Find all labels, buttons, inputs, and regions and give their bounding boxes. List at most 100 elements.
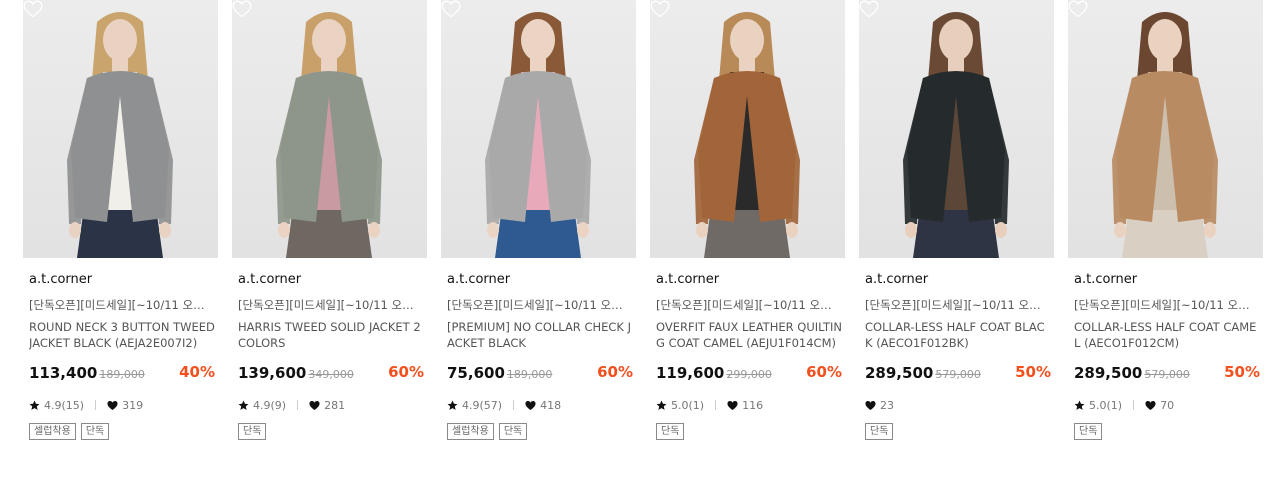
rating-text: 4.9(15) — [44, 398, 85, 412]
tag-badge: 셀럽착용 — [29, 423, 76, 440]
rating-likes-row: 4.9(57) 418 — [447, 396, 633, 414]
model-face — [312, 19, 346, 61]
product-image[interactable] — [1068, 0, 1263, 258]
price-row: 113,400 189,000 40% — [29, 363, 215, 385]
model-right-hand — [159, 222, 171, 238]
product-image[interactable] — [859, 0, 1054, 258]
like-heart-icon — [107, 400, 118, 410]
model-right-hand — [995, 222, 1007, 238]
product-name[interactable]: [PREMIUM] NO COLLAR CHECK JACKET BLACK — [447, 319, 633, 351]
like-heart-icon — [1145, 400, 1156, 410]
like-heart-icon — [525, 400, 536, 410]
model-right-hand — [577, 222, 589, 238]
star-icon — [656, 400, 667, 410]
original-price: 189,000 — [506, 368, 553, 381]
rating-text: 4.9(57) — [462, 398, 503, 412]
brand-name[interactable]: a.t.corner — [865, 270, 1051, 290]
brand-name[interactable]: a.t.corner — [1074, 270, 1260, 290]
discount-rate: 50% — [1015, 363, 1051, 381]
promo-subtitle: [단독오픈][미드세일][~10/11 오전 10... — [238, 298, 422, 312]
original-price: 579,000 — [1144, 368, 1190, 381]
tag-list: 셀럽착용 단독 — [29, 423, 215, 440]
wishlist-heart-icon[interactable] — [441, 0, 461, 18]
model-face — [103, 19, 137, 61]
tag-badge: 단독 — [1074, 423, 1103, 440]
discount-rate: 60% — [388, 363, 424, 381]
promo-subtitle: [단독오픈][미드세일][~10/11 오전 10... — [447, 298, 631, 312]
like-count: 116 — [742, 398, 764, 412]
discount-rate: 40% — [179, 363, 215, 381]
product-name[interactable]: ROUND NECK 3 BUTTON TWEED JACKET BLACK (… — [29, 319, 215, 351]
product-card[interactable]: a.t.corner [단독오픈][미드세일][~10/11 오전 10... … — [441, 0, 636, 482]
like-count: 281 — [324, 398, 346, 412]
rating-likes-row: 5.0(1) 116 — [656, 396, 842, 414]
price-row: 119,600 299,000 60% — [656, 363, 842, 385]
sale-price: 289,500 — [1074, 364, 1143, 382]
meta-divider — [95, 400, 97, 410]
model-left-hand — [905, 222, 917, 238]
discount-rate: 60% — [806, 363, 842, 381]
like-heart-icon — [309, 400, 320, 410]
tag-badge: 단독 — [656, 423, 685, 440]
product-name[interactable]: COLLAR-LESS HALF COAT CAMEL (AECO1F012CM… — [1074, 319, 1260, 351]
tag-list: 셀럽착용 단독 — [447, 423, 633, 440]
product-name[interactable]: HARRIS TWEED SOLID JACKET 2 COLORS — [238, 319, 424, 351]
product-card[interactable]: a.t.corner [단독오픈][미드세일][~10/11 오전 10... … — [650, 0, 845, 482]
product-image[interactable] — [441, 0, 636, 258]
promo-subtitle: [단독오픈][미드세일][~10/11 오전 10... — [656, 298, 840, 312]
rating-likes-row: 5.0(1) 70 — [1074, 396, 1260, 414]
model-right-hand — [1204, 222, 1216, 238]
star-icon — [1074, 400, 1085, 410]
like-count: 23 — [880, 398, 894, 412]
like-heart-icon — [727, 400, 738, 410]
wishlist-heart-icon[interactable] — [1068, 0, 1088, 18]
product-name[interactable]: OVERFIT FAUX LEATHER QUILTING COAT CAMEL… — [656, 319, 842, 351]
wishlist-heart-icon[interactable] — [859, 0, 879, 18]
rating-text: 5.0(1) — [671, 398, 705, 412]
wishlist-heart-icon[interactable] — [232, 0, 252, 18]
model-left-hand — [69, 222, 81, 238]
brand-name[interactable]: a.t.corner — [656, 270, 842, 290]
promo-subtitle: [단독오픈][미드세일][~10/11 오전 10... — [865, 298, 1049, 312]
like-heart-icon — [865, 400, 876, 410]
product-card[interactable]: a.t.corner [단독오픈][미드세일][~10/11 오전 10... … — [1068, 0, 1263, 482]
product-card[interactable]: a.t.corner [단독오픈][미드세일][~10/11 오전 10... … — [23, 0, 218, 482]
product-card[interactable]: a.t.corner [단독오픈][미드세일][~10/11 오전 10... … — [859, 0, 1054, 482]
like-count: 70 — [1160, 398, 1175, 412]
product-image[interactable] — [23, 0, 218, 258]
model-left-hand — [696, 222, 708, 238]
product-card[interactable]: a.t.corner [단독오픈][미드세일][~10/11 오전 10... … — [232, 0, 427, 482]
model-left-hand — [1114, 222, 1126, 238]
sale-price: 75,600 — [447, 364, 505, 382]
tag-badge: 셀럽착용 — [447, 423, 494, 440]
promo-subtitle: [단독오픈][미드세일][~10/11 오전 10... — [29, 298, 213, 312]
tag-badge: 단독 — [498, 423, 528, 440]
product-image[interactable] — [650, 0, 845, 258]
price-row: 289,500 579,000 50% — [865, 363, 1051, 385]
rating-text: 4.9(9) — [253, 398, 287, 412]
wishlist-heart-icon[interactable] — [23, 0, 43, 18]
original-price: 299,000 — [726, 368, 772, 381]
tag-list: 단독 — [238, 423, 424, 440]
model-right-hand — [786, 222, 798, 238]
tag-list: 단독 — [865, 423, 1051, 440]
price-row: 139,600 349,000 60% — [238, 363, 424, 385]
sale-price: 289,500 — [865, 364, 934, 382]
tag-badge: 단독 — [238, 423, 267, 440]
product-image[interactable] — [232, 0, 427, 258]
brand-name[interactable]: a.t.corner — [29, 270, 215, 290]
wishlist-heart-icon[interactable] — [650, 0, 670, 18]
sale-price: 119,600 — [656, 364, 725, 382]
product-name[interactable]: COLLAR-LESS HALF COAT BLACK (AECO1F012BK… — [865, 319, 1051, 351]
model-face — [730, 19, 764, 61]
brand-name[interactable]: a.t.corner — [447, 270, 633, 290]
sale-price: 113,400 — [29, 364, 98, 382]
brand-name[interactable]: a.t.corner — [238, 270, 424, 290]
model-left-hand — [278, 222, 290, 238]
meta-divider — [513, 400, 515, 410]
star-icon — [29, 400, 40, 410]
model-face — [939, 19, 973, 61]
like-count: 418 — [540, 398, 562, 412]
discount-rate: 50% — [1224, 363, 1260, 381]
model-right-hand — [368, 222, 380, 238]
